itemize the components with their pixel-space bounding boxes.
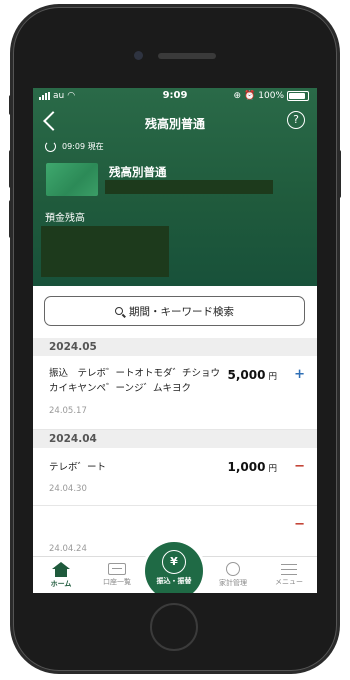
update-status[interactable]: 09:09 現在 — [45, 141, 104, 152]
page-title: 残高別普通 — [144, 117, 205, 131]
power-button — [337, 150, 341, 198]
account-name: 残高別普通 — [109, 165, 167, 179]
transfer-button[interactable]: ¥ 振込・振替 — [145, 542, 203, 593]
withdrawal-sign: − — [294, 459, 305, 474]
pie-chart-icon — [226, 562, 240, 576]
transaction-date: 24.04.24 — [49, 544, 87, 554]
transaction-date: 24.05.17 — [49, 406, 87, 416]
account-header: au ◠ 9:09 ⊕ ⏰ 100% 残高別普通 ? 09:09 現在 残高別普… — [33, 88, 317, 286]
transfer-label: 振込・振替 — [156, 577, 192, 585]
tab-home[interactable]: ホーム — [33, 557, 89, 593]
transaction-row[interactable]: 振込 テレボ゛ートオトモダ゛チショウカイキヤンペ゛ーンジ゛ムキヨク 24.05.… — [33, 356, 317, 430]
transaction-amount: 5,000 円 — [227, 368, 277, 382]
menu-icon — [281, 564, 297, 575]
alarm-icon: ⏰ — [244, 91, 256, 101]
front-camera — [134, 51, 143, 60]
search-icon — [115, 307, 123, 315]
card-image — [46, 163, 98, 196]
home-icon — [52, 562, 70, 569]
search-button[interactable]: 期間・キーワード検索 — [44, 296, 305, 326]
card-list-icon — [108, 563, 126, 575]
tab-accounts[interactable]: 口座一覧 — [89, 557, 145, 593]
search-label: 期間・キーワード検索 — [129, 305, 234, 318]
redacted-balance — [41, 226, 169, 277]
transaction-date: 24.04.30 — [49, 484, 87, 494]
nav-bar: 残高別普通 ? — [33, 108, 317, 136]
month-header: 2024.04 — [33, 430, 317, 448]
updated-time: 09:09 現在 — [62, 142, 104, 151]
tab-accounts-label: 口座一覧 — [103, 578, 131, 586]
deposit-sign: + — [294, 367, 305, 382]
month-header: 2024.05 — [33, 338, 317, 356]
transaction-amount: 1,000 円 — [227, 460, 277, 474]
deposit-balance-label: 預金残高 — [45, 213, 85, 224]
earpiece-speaker — [158, 53, 216, 59]
redacted-account-number — [105, 180, 273, 194]
volume-down-button-2 — [9, 200, 13, 238]
transaction-description: 振込 テレボ゛ートオトモダ゛チショウカイキヤンペ゛ーンジ゛ムキヨク — [49, 368, 221, 394]
home-icon-base — [55, 569, 67, 577]
home-button[interactable] — [150, 603, 198, 651]
tab-menu[interactable]: メニュー — [261, 557, 317, 593]
refresh-icon[interactable] — [45, 141, 56, 152]
app-screen: au ◠ 9:09 ⊕ ⏰ 100% 残高別普通 ? 09:09 現在 残高別普… — [33, 88, 317, 593]
status-bar: au ◠ 9:09 ⊕ ⏰ 100% — [33, 88, 317, 106]
withdrawal-sign: − — [294, 517, 305, 532]
help-icon[interactable]: ? — [287, 111, 305, 129]
volume-up-button — [9, 95, 13, 115]
battery-icon — [287, 91, 309, 101]
tab-home-label: ホーム — [50, 580, 72, 588]
volume-down-button — [9, 150, 13, 188]
transaction-description: テレボ゛ート — [49, 462, 107, 473]
yen-transfer-icon: ¥ — [162, 550, 186, 574]
tab-household-label: 家計管理 — [219, 579, 247, 587]
battery-percent: 100% — [258, 91, 284, 101]
phone-frame: au ◠ 9:09 ⊕ ⏰ 100% 残高別普通 ? 09:09 現在 残高別普… — [13, 7, 337, 671]
tab-household[interactable]: 家計管理 — [205, 557, 261, 593]
transaction-row[interactable]: テレボ゛ート 24.04.30 1,000 円 − — [33, 448, 317, 506]
lock-rotation-icon: ⊕ — [233, 91, 242, 101]
tab-menu-label: メニュー — [275, 578, 303, 586]
